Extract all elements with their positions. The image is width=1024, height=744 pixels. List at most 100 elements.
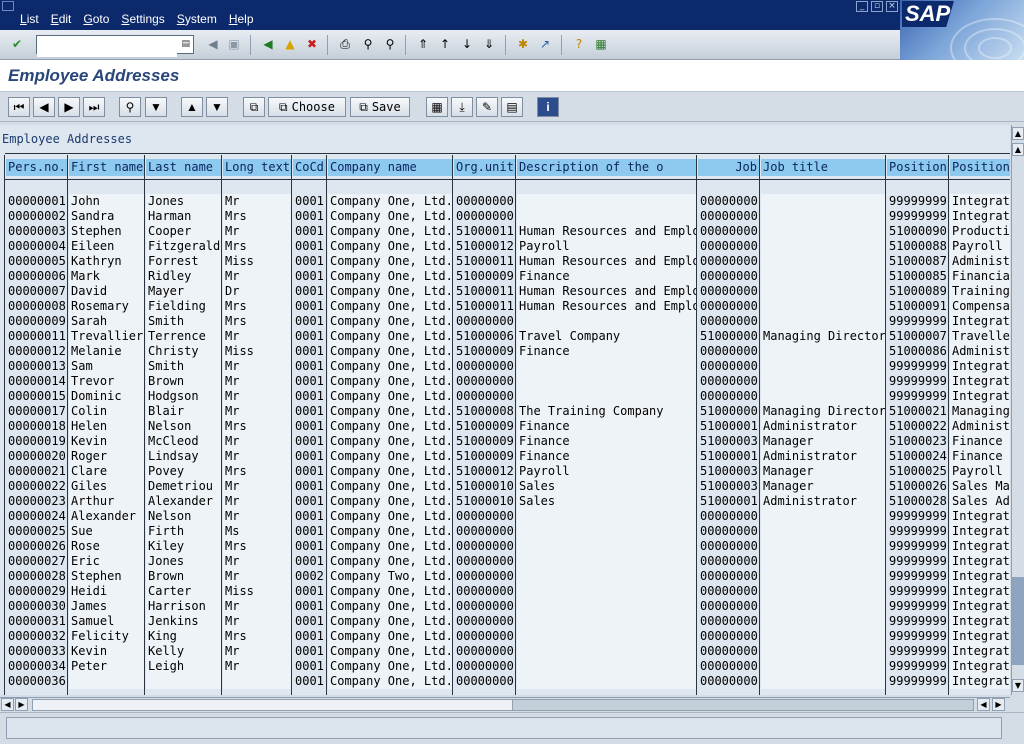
horizontal-scroll-track[interactable]: [32, 699, 974, 711]
menu-settings[interactable]: Settings: [121, 12, 164, 26]
sort-ascending-icon[interactable]: ▲: [181, 97, 203, 117]
exit-icon[interactable]: ▲: [281, 35, 299, 53]
cell-position-text: Integrat: [950, 209, 1010, 224]
page-up-icon[interactable]: ▲: [1012, 143, 1024, 156]
menu-goto[interactable]: Goto: [83, 12, 109, 26]
collapse-field-icon[interactable]: ◀: [204, 35, 222, 53]
cell-pers-no: 00000030: [8, 599, 66, 613]
next-page-icon[interactable]: ↓: [458, 35, 476, 53]
select-all-icon[interactable]: ⧉: [243, 97, 265, 117]
column-header-org-unit[interactable]: Org.unit: [454, 159, 515, 176]
cell-job-title: [761, 209, 885, 224]
last-record-icon[interactable]: ⏭: [83, 97, 105, 117]
cell-long-text: Mrs: [223, 239, 291, 254]
cell-position-text: Integrat: [950, 644, 1010, 659]
menu-list[interactable]: List: [20, 12, 39, 26]
cell-job-title: [761, 254, 885, 269]
page-right-icon[interactable]: ◀: [977, 698, 990, 711]
column-header-first-name[interactable]: First name: [69, 159, 144, 176]
system-menu-icon[interactable]: [2, 1, 14, 11]
column-header-job-title[interactable]: Job title: [761, 159, 885, 176]
cell-position: 51000024: [889, 449, 947, 463]
change-layout-icon[interactable]: ▦: [426, 97, 448, 117]
command-history-icon[interactable]: ▤: [181, 39, 190, 49]
previous-record-icon[interactable]: ◀: [33, 97, 55, 117]
choose-button[interactable]: ⧉ Choose: [268, 97, 346, 117]
scroll-left-icon[interactable]: ◀: [1, 698, 14, 711]
column-header-position-text[interactable]: Position: [950, 159, 1010, 176]
column-header-job[interactable]: Job: [698, 159, 759, 176]
customize-layout-icon[interactable]: ▦: [592, 35, 610, 53]
column-header-company-name[interactable]: Company name: [328, 159, 452, 176]
cell-position: 51000087: [889, 254, 947, 268]
menu-help[interactable]: Help: [229, 12, 254, 26]
cell-company-name: Company One, Ltd.: [328, 329, 452, 344]
cell-long-text: Mr: [223, 554, 291, 569]
cell-org-description: Sales: [517, 479, 696, 494]
column-header-cocd[interactable]: CoCd: [293, 159, 326, 176]
menu-system[interactable]: System: [177, 12, 217, 26]
minimize-icon[interactable]: _: [856, 1, 868, 12]
cell-last-name: King: [146, 629, 221, 644]
cell-cocd: 0001: [295, 599, 324, 613]
cancel-icon[interactable]: ✖: [303, 35, 321, 53]
system-toolbar: ✔ ▤ ◀ ▣ ◀ ▲ ✖ ⎙ ⚲ ⚲ ⇑ ↑ ↓ ⇓ ✱ ↗ ? ▦: [0, 30, 900, 60]
cell-pers-no: 00000009: [8, 314, 66, 328]
column-header-long-text[interactable]: Long text: [223, 159, 291, 176]
create-shortcut-icon[interactable]: ↗: [536, 35, 554, 53]
next-record-icon[interactable]: ▶: [58, 97, 80, 117]
scroll-up-icon[interactable]: ▲: [1012, 127, 1024, 140]
find-next-icon[interactable]: ⚲: [381, 35, 399, 53]
cell-pers-no: 00000027: [8, 554, 66, 568]
cell-company-name: Company One, Ltd.: [328, 284, 452, 299]
restore-icon[interactable]: ▫: [871, 1, 883, 12]
close-window-icon[interactable]: ×: [886, 1, 898, 12]
command-input[interactable]: [37, 39, 177, 57]
scroll-down-icon[interactable]: ▼: [1012, 679, 1024, 692]
create-session-icon[interactable]: ✱: [514, 35, 532, 53]
filter-icon[interactable]: ▼: [145, 97, 167, 117]
cell-pers-no: 00000033: [8, 644, 66, 658]
detail-view-icon[interactable]: ⚲: [119, 97, 141, 117]
spreadsheet-icon[interactable]: ▤: [501, 97, 523, 117]
export-icon[interactable]: ⤓: [451, 97, 473, 117]
page-left-icon[interactable]: ▶: [15, 698, 28, 711]
column-header-last-name[interactable]: Last name: [146, 159, 221, 176]
last-page-icon[interactable]: ⇓: [480, 35, 498, 53]
help-icon[interactable]: ?: [570, 35, 588, 53]
cell-pers-no: 00000011: [8, 329, 66, 343]
cell-company-name: Company One, Ltd.: [328, 659, 452, 674]
print-icon[interactable]: ⎙: [336, 35, 354, 53]
column-divider: [759, 155, 760, 695]
first-page-icon[interactable]: ⇑: [414, 35, 432, 53]
vertical-scroll-thumb[interactable]: [1012, 577, 1024, 665]
edit-icon[interactable]: ✎: [476, 97, 498, 117]
column-header-org-description[interactable]: Description of the o: [517, 159, 696, 176]
vertical-scrollbar[interactable]: ▲ ▲ ▼: [1011, 125, 1024, 695]
cell-org-unit: 00000000: [456, 599, 514, 613]
first-record-icon[interactable]: ⏮: [8, 97, 30, 117]
cell-last-name: Blair: [146, 404, 221, 419]
find-icon[interactable]: ⚲: [359, 35, 377, 53]
cell-position-text: Integrat: [950, 374, 1010, 389]
command-field[interactable]: ▤: [36, 35, 194, 57]
back-icon[interactable]: ◀: [259, 35, 277, 53]
sort-descending-icon[interactable]: ▼: [206, 97, 228, 117]
cell-cocd: 0001: [295, 314, 324, 328]
cell-org-unit: 00000000: [456, 509, 514, 523]
save-disk-icon[interactable]: ▣: [225, 35, 243, 53]
column-header-pers-no[interactable]: Pers.no.: [6, 159, 67, 176]
horizontal-scroll-thumb[interactable]: [33, 700, 513, 710]
cell-long-text: Mr: [223, 404, 291, 419]
column-divider: [452, 155, 453, 695]
previous-page-icon[interactable]: ↑: [436, 35, 454, 53]
enter-checkmark-icon[interactable]: ✔: [8, 35, 26, 53]
column-header-position[interactable]: Position: [887, 159, 948, 176]
scroll-right-icon[interactable]: ▶: [992, 698, 1005, 711]
cell-pers-no: 00000007: [8, 284, 66, 298]
save-button[interactable]: ⧉ Save: [350, 97, 410, 117]
info-icon[interactable]: i: [537, 97, 559, 117]
cell-cocd: 0001: [295, 359, 324, 373]
horizontal-scrollbar[interactable]: ◀ ▶ ◀ ▶: [0, 697, 1010, 711]
menu-edit[interactable]: Edit: [51, 12, 72, 26]
